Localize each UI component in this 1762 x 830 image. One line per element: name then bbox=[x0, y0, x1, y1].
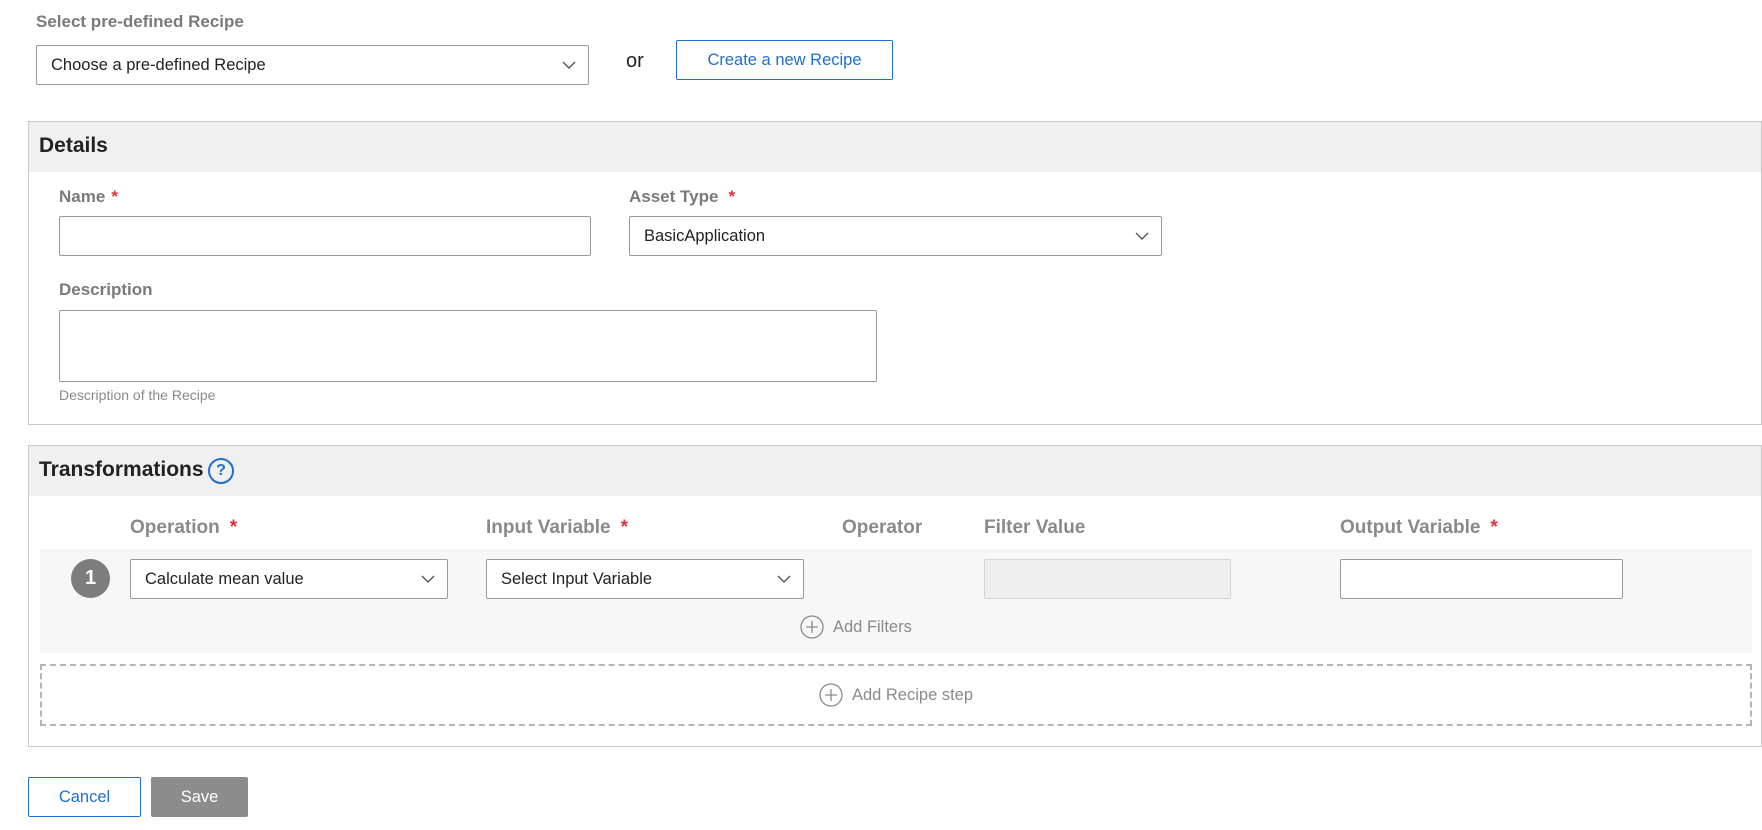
plus-circle-icon bbox=[800, 615, 824, 639]
required-marker: * bbox=[229, 517, 238, 538]
col-output-variable: Output Variable * bbox=[1340, 517, 1498, 538]
details-title: Details bbox=[39, 134, 108, 157]
operation-select[interactable]: Calculate mean value bbox=[130, 559, 448, 599]
create-recipe-button[interactable]: Create a new Recipe bbox=[676, 40, 893, 80]
add-filters-button[interactable]: Add Filters bbox=[800, 615, 912, 639]
add-recipe-step-label: Add Recipe step bbox=[851, 685, 974, 704]
plus-circle-icon bbox=[819, 683, 843, 707]
chevron-down-icon bbox=[562, 61, 576, 69]
chevron-down-icon bbox=[1135, 232, 1149, 240]
input-variable-value: Select Input Variable bbox=[501, 569, 653, 588]
required-marker: * bbox=[111, 187, 118, 206]
transformations-title: Transformations bbox=[39, 458, 204, 481]
description-label: Description bbox=[59, 280, 153, 299]
add-filters-label: Add Filters bbox=[833, 617, 912, 636]
cancel-button[interactable]: Cancel bbox=[28, 777, 141, 817]
col-operation: Operation * bbox=[130, 517, 238, 538]
col-filter-value: Filter Value bbox=[984, 517, 1086, 538]
chevron-down-icon bbox=[777, 575, 791, 583]
recipe-select[interactable]: Choose a pre-defined Recipe bbox=[36, 45, 589, 85]
asset-type-select[interactable]: BasicApplication bbox=[629, 216, 1162, 256]
description-textarea[interactable] bbox=[59, 310, 877, 382]
question-circle-icon[interactable]: ? bbox=[208, 458, 234, 484]
recipe-select-value: Choose a pre-defined Recipe bbox=[51, 55, 266, 74]
filter-value-input bbox=[984, 559, 1231, 599]
recipe-step-row: 1 Calculate mean value Select Input Vari… bbox=[40, 549, 1752, 653]
save-button[interactable]: Save bbox=[151, 777, 248, 817]
required-marker: * bbox=[620, 517, 628, 538]
col-input-variable: Input Variable * bbox=[486, 517, 628, 538]
or-text: or bbox=[626, 50, 644, 72]
operation-value: Calculate mean value bbox=[145, 569, 304, 588]
name-label: Name * bbox=[59, 187, 118, 206]
details-panel: Details Name * Asset Type * BasicApplicati… bbox=[28, 121, 1762, 425]
description-hint: Description of the Recipe bbox=[59, 387, 216, 403]
name-input[interactable] bbox=[59, 216, 591, 256]
transformations-header: Transformations ? bbox=[29, 446, 1761, 496]
asset-type-label: Asset Type * bbox=[629, 187, 736, 206]
input-variable-select[interactable]: Select Input Variable bbox=[486, 559, 804, 599]
add-recipe-step-button[interactable]: Add Recipe step bbox=[40, 664, 1752, 726]
output-variable-input[interactable] bbox=[1340, 559, 1623, 599]
details-header: Details bbox=[29, 122, 1761, 172]
required-marker: * bbox=[1490, 517, 1498, 538]
step-number-badge: 1 bbox=[71, 559, 110, 598]
chevron-down-icon bbox=[421, 575, 435, 583]
col-operator: Operator bbox=[842, 517, 923, 538]
transformations-panel: Transformations ? Operation * Input Varia… bbox=[28, 445, 1762, 747]
recipe-select-label: Select pre-defined Recipe bbox=[36, 12, 244, 31]
required-marker: * bbox=[728, 187, 736, 206]
asset-type-value: BasicApplication bbox=[644, 226, 766, 245]
